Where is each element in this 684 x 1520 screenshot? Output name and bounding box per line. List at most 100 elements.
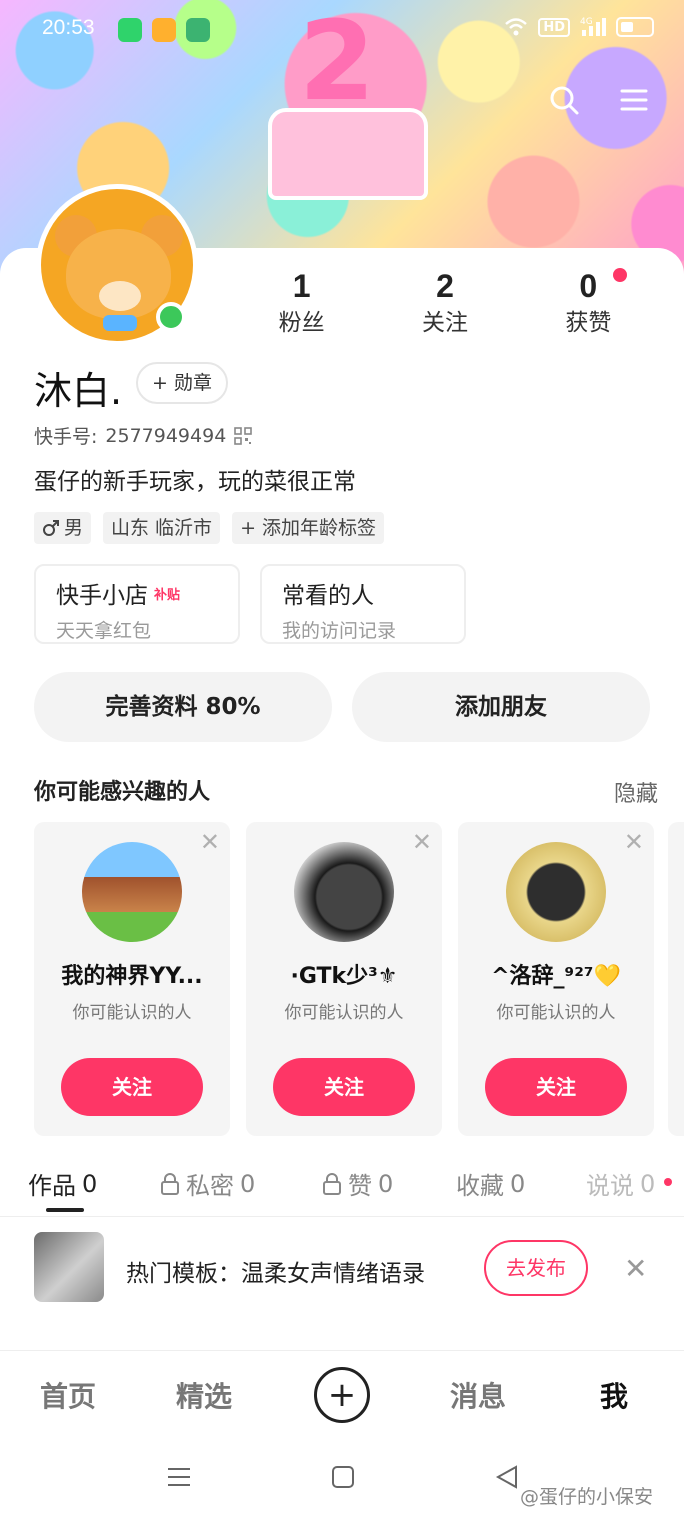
recommend-subtitle: 你可能认识的人 [72, 1003, 192, 1023]
hide-recommendations-link[interactable]: 隐藏 [614, 776, 658, 808]
tag-label: + 添加年龄标签 [240, 517, 377, 539]
complete-profile-button[interactable]: 完善资料 80% [34, 672, 332, 742]
recommend-name[interactable]: ·GTk少³⚜ [246, 958, 442, 990]
signal-icon: 4G [580, 17, 606, 36]
shortcut-title: 常看的人 [282, 576, 444, 610]
recommend-name[interactable]: 我的神界YY... [34, 958, 230, 990]
profile-stats: 1 粉丝 2 关注 0 获赞 [230, 266, 660, 340]
recommend-subtitle: 你可能认识的人 [284, 1003, 404, 1023]
tab-label: 说说 [586, 1172, 634, 1200]
stat-following[interactable]: 2 关注 [373, 266, 516, 340]
recommend-card[interactable]: ✕ 我的神界YY... 你可能认识的人 关注 [34, 822, 230, 1136]
promo-thumbnail[interactable] [34, 1232, 104, 1302]
tab-label: 私密 [186, 1172, 234, 1200]
app-notification-icon [118, 18, 142, 42]
lock-icon [323, 1172, 341, 1195]
recommend-card-peek[interactable] [668, 822, 684, 1136]
tab-count: 0 [640, 1169, 656, 1198]
nav-home[interactable]: 首页 [40, 1375, 96, 1415]
avatar-bow [103, 315, 137, 331]
notification-dot [612, 268, 627, 282]
tag-location[interactable]: 山东 临沂市 [103, 512, 221, 544]
profile-bio[interactable]: 蛋仔的新手玩家，玩的菜很正常 [34, 462, 356, 496]
back-triangle-icon[interactable] [494, 1464, 520, 1490]
tab-moments[interactable]: 说说 0 [586, 1166, 655, 1201]
tab-count: 0 [240, 1169, 256, 1198]
qr-code-icon[interactable] [234, 426, 253, 445]
tab-works[interactable]: 作品 0 [28, 1166, 97, 1201]
tab-private[interactable]: 私密 0 [160, 1166, 255, 1201]
stat-value: 2 [436, 268, 454, 304]
stat-value: 1 [292, 268, 311, 304]
tab-likes[interactable]: 赞 0 [322, 1166, 393, 1201]
template-promo[interactable]: 热门模板：温柔女声情绪语录 去发布 ✕ [0, 1228, 684, 1312]
user-avatar[interactable] [506, 842, 606, 942]
recommend-name[interactable]: ^洛辞_⁹²⁷💛 [458, 958, 654, 990]
close-icon[interactable]: ✕ [200, 830, 220, 854]
user-avatar[interactable] [294, 842, 394, 942]
stat-label: 关注 [421, 310, 468, 336]
kwai-id-value: 2577949494 [105, 424, 227, 447]
menu-icon[interactable] [618, 84, 650, 116]
tag-add-age[interactable]: + 添加年龄标签 [232, 512, 385, 544]
tab-count: 0 [82, 1169, 98, 1198]
recommend-card[interactable]: ✕ ·GTk少³⚜ 你可能认识的人 关注 [246, 822, 442, 1136]
top-actions [548, 84, 650, 116]
close-icon[interactable]: ✕ [624, 830, 644, 854]
shortcut-kwai-shop[interactable]: 快手小店 补贴 天天拿红包 [34, 564, 240, 644]
user-avatar[interactable] [82, 842, 182, 942]
shortcut-title: 快手小店 补贴 [56, 576, 218, 610]
promo-text[interactable]: 热门模板：温柔女声情绪语录 [126, 1254, 425, 1288]
search-icon[interactable] [548, 84, 580, 116]
follow-button[interactable]: 关注 [61, 1058, 203, 1116]
follow-button[interactable]: 关注 [273, 1058, 415, 1116]
follow-button[interactable]: 关注 [485, 1058, 627, 1116]
active-tab-indicator [46, 1208, 84, 1212]
status-bar: 20:53 HD 4G [0, 10, 684, 50]
nav-messages[interactable]: 消息 [450, 1375, 506, 1415]
divider [0, 1216, 684, 1217]
close-icon[interactable]: ✕ [412, 830, 432, 854]
tab-favorites[interactable]: 收藏 0 [456, 1166, 525, 1201]
online-status-dot [156, 302, 186, 332]
battery-icon [616, 17, 654, 37]
kwai-id-label: 快手号: [34, 426, 98, 448]
svg-text:4G: 4G [580, 17, 593, 27]
status-time: 20:53 [42, 16, 95, 39]
nav-featured[interactable]: 精选 [176, 1375, 232, 1415]
publish-button[interactable]: 去发布 [484, 1240, 588, 1296]
close-icon[interactable]: ✕ [624, 1252, 647, 1285]
add-badge-button[interactable]: + 勋章 [136, 362, 228, 404]
tab-label: 收藏 [456, 1172, 504, 1200]
lock-icon [161, 1172, 179, 1195]
stat-label: 粉丝 [278, 310, 325, 336]
male-icon [43, 520, 59, 536]
stat-fans[interactable]: 1 粉丝 [230, 266, 373, 340]
tab-count: 0 [378, 1169, 394, 1198]
shortcut-title-text: 常看的人 [282, 583, 374, 609]
tag-label: 山东 临沂市 [111, 517, 213, 539]
app-notification-icon [152, 18, 176, 42]
add-friend-button[interactable]: 添加朋友 [352, 672, 650, 742]
watermark: @蛋仔的小保安 [520, 1486, 654, 1508]
nav-me[interactable]: 我 [600, 1375, 628, 1415]
home-square-icon[interactable] [330, 1464, 356, 1490]
stat-likes[interactable]: 0 获赞 [517, 266, 660, 340]
shortcut-visit-records[interactable]: 常看的人 我的访问记录 [260, 564, 466, 644]
status-indicators: HD 4G [504, 16, 654, 38]
tag-gender[interactable]: 男 [34, 512, 92, 544]
profile-name[interactable]: 沐白. [34, 360, 122, 415]
bottom-navigation: 首页 精选 + 消息 我 [0, 1350, 684, 1436]
kwai-id-row[interactable]: 快手号: 2577949494 [34, 422, 253, 449]
recommend-card[interactable]: ✕ ^洛辞_⁹²⁷💛 你可能认识的人 关注 [458, 822, 654, 1136]
shortcut-subtitle: 天天拿红包 [56, 620, 152, 642]
content-tabs: 作品 0 私密 0 赞 0 收藏 0 说说 0 [0, 1160, 684, 1216]
notification-dot [664, 1178, 672, 1186]
shortcut-title-text: 快手小店 [56, 583, 148, 609]
recents-menu-icon[interactable] [166, 1464, 192, 1490]
tab-count: 0 [510, 1169, 526, 1198]
banner-cake-decoration [268, 108, 428, 200]
create-button[interactable]: + [314, 1367, 370, 1423]
profile-tags: 男 山东 临沂市 + 添加年龄标签 [34, 512, 385, 544]
tab-label: 赞 [348, 1172, 372, 1200]
